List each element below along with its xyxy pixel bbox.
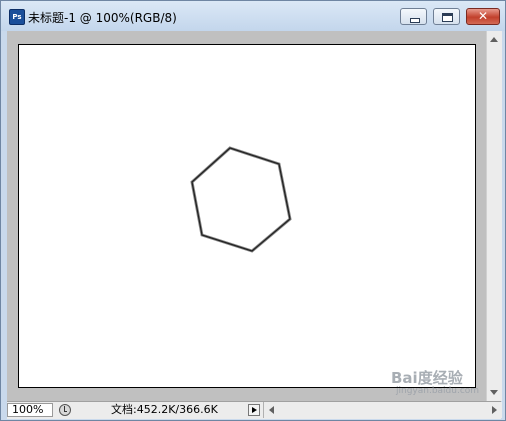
- status-bar: 100% 文档:452.2K/366.6K: [7, 401, 502, 419]
- photoshop-icon: Ps: [9, 9, 25, 25]
- clock-icon[interactable]: [59, 404, 71, 416]
- maximize-icon: [442, 13, 453, 22]
- close-button[interactable]: ✕: [466, 8, 500, 25]
- document-area: [7, 31, 486, 401]
- maximize-button[interactable]: [433, 8, 460, 25]
- window-title: 未标题-1 @ 100%(RGB/8): [28, 11, 177, 25]
- watermark-logo: Bai度经验: [391, 369, 463, 387]
- status-menu-button[interactable]: [248, 404, 260, 416]
- scroll-down-icon[interactable]: [490, 390, 498, 395]
- watermark-url: jingyan.baidu.com: [396, 386, 480, 396]
- horizontal-scrollbar[interactable]: [263, 402, 502, 418]
- title-bar[interactable]: Ps 未标题-1 @ 100%(RGB/8) ✕: [1, 1, 505, 31]
- minimize-button[interactable]: [400, 8, 427, 25]
- canvas[interactable]: [18, 44, 476, 388]
- close-icon: ✕: [478, 9, 489, 23]
- document-size-info: 文档:452.2K/366.6K: [111, 403, 218, 416]
- document-window: Ps 未标题-1 @ 100%(RGB/8) ✕ 100% 文档:452.2K/…: [0, 0, 506, 421]
- scroll-left-icon[interactable]: [269, 406, 274, 414]
- scroll-right-icon[interactable]: [492, 406, 497, 414]
- vertical-scrollbar[interactable]: [486, 31, 502, 401]
- zoom-level-field[interactable]: 100%: [7, 403, 53, 417]
- hexagon-shape[interactable]: [19, 45, 475, 387]
- scroll-up-icon[interactable]: [490, 37, 498, 42]
- minimize-icon: [410, 18, 420, 23]
